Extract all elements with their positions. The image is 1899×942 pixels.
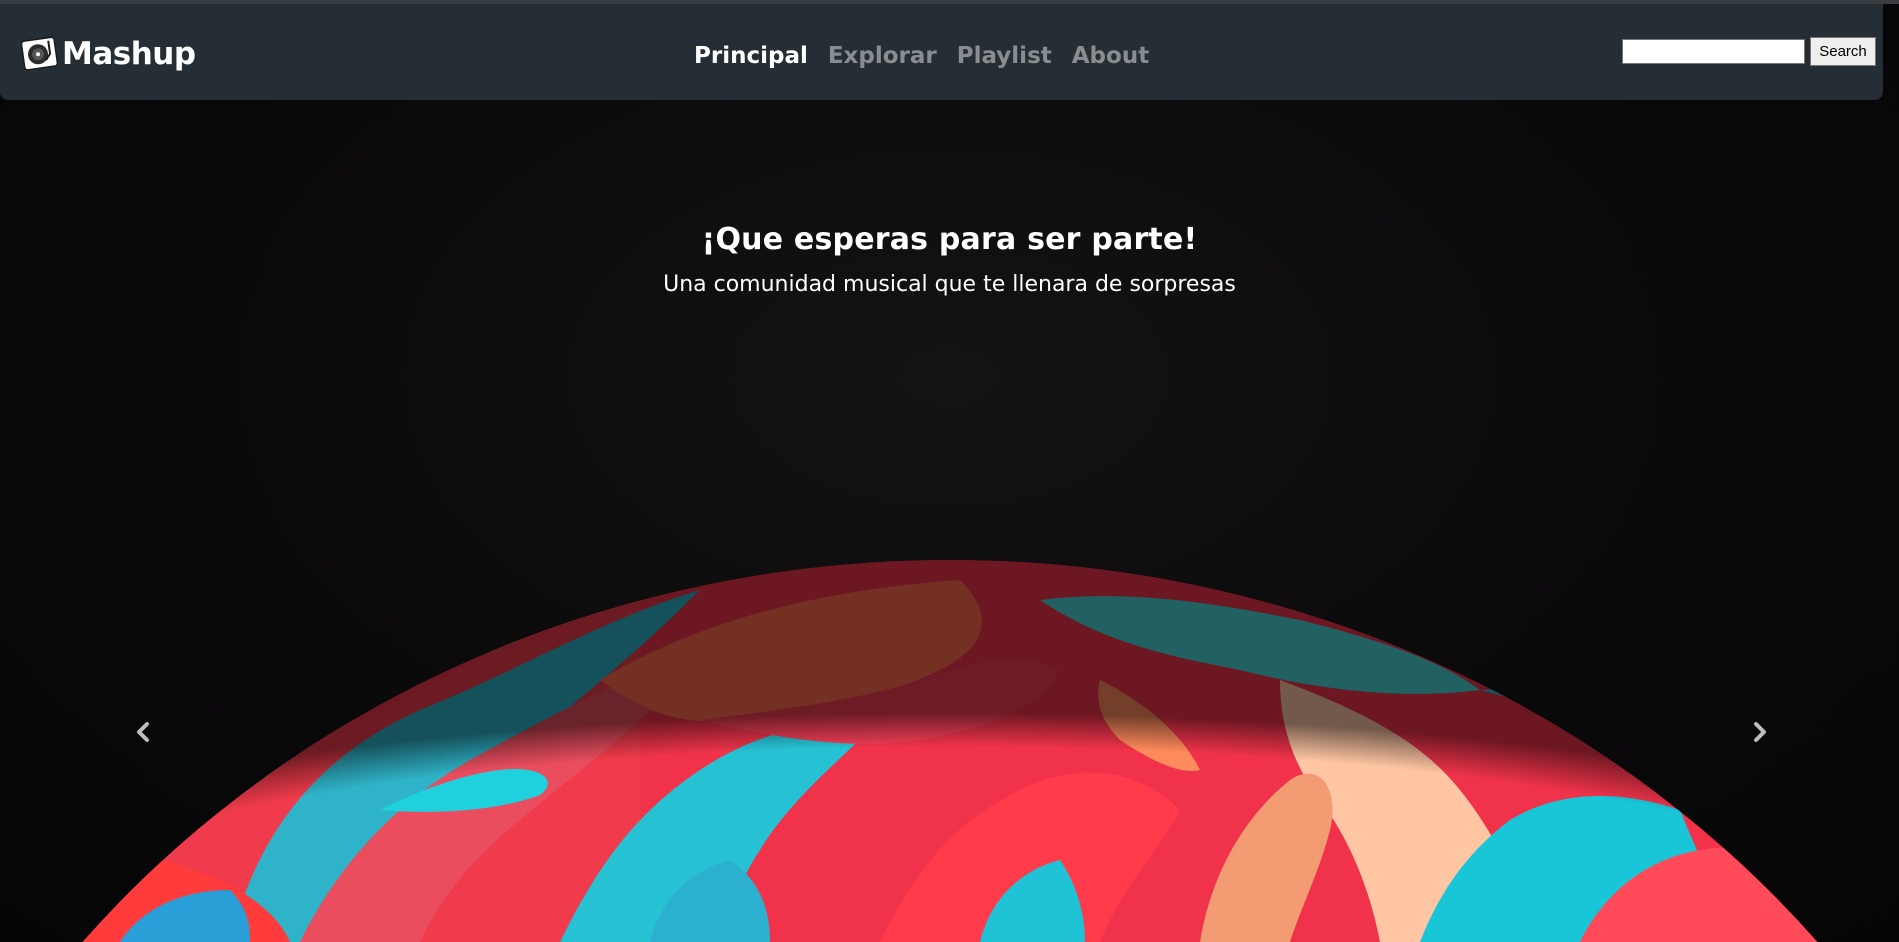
nav-links: Principal Explorar Playlist About <box>694 36 1149 76</box>
chevron-right-icon <box>1754 722 1766 742</box>
search-form: Search <box>1622 37 1876 66</box>
nav-link-about[interactable]: About <box>1072 43 1149 69</box>
turntable-icon <box>20 36 59 71</box>
brand-name: Mashup <box>62 36 196 72</box>
hero-bubble-image <box>0 560 1899 942</box>
search-input[interactable] <box>1622 39 1805 64</box>
carousel-next-button[interactable] <box>1746 718 1774 746</box>
carousel-prev-button[interactable] <box>129 718 157 746</box>
hero-title: ¡Que esperas para ser parte! <box>701 222 1198 257</box>
brand[interactable]: Mashup <box>20 32 196 76</box>
hero-subtitle: Una comunidad musical que te llenara de … <box>663 272 1236 297</box>
page: Mashup Principal Explorar Playlist About… <box>0 0 1899 942</box>
navbar: Mashup Principal Explorar Playlist About… <box>0 4 1883 100</box>
nav-link-explorar[interactable]: Explorar <box>828 43 937 69</box>
search-button[interactable]: Search <box>1810 37 1876 66</box>
nav-link-principal[interactable]: Principal <box>694 43 808 69</box>
chevron-left-icon <box>137 722 149 742</box>
nav-link-playlist[interactable]: Playlist <box>957 43 1052 69</box>
